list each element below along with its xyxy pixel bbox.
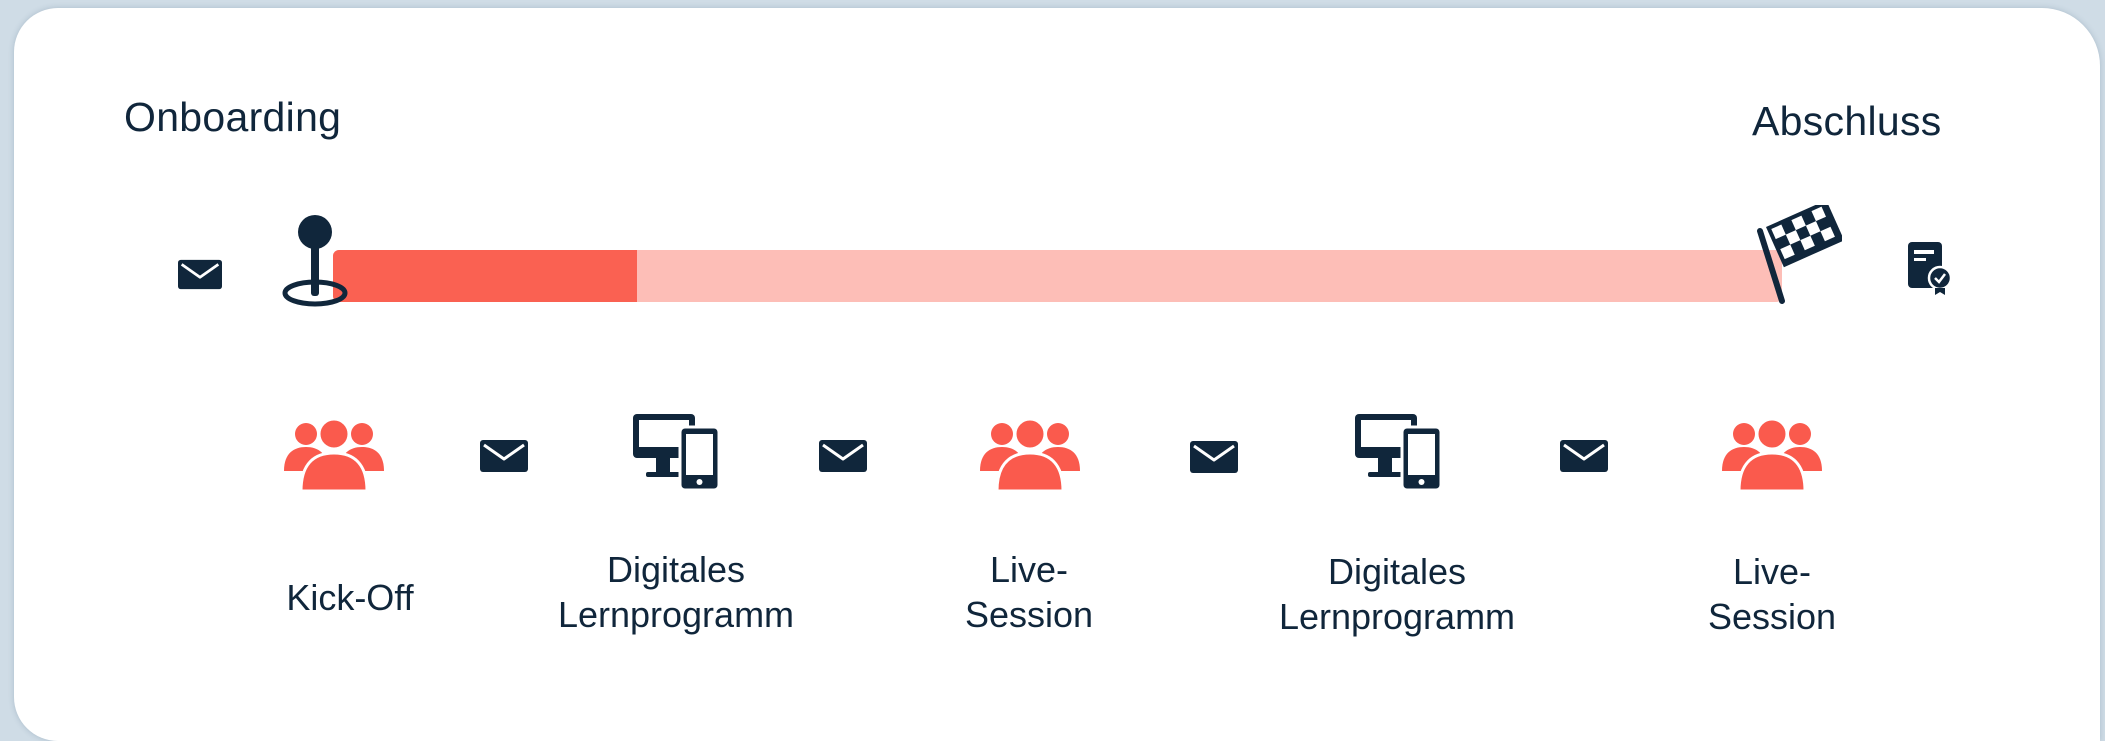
group-icon <box>1722 419 1822 491</box>
group-icon <box>284 419 384 491</box>
step-label-live-session-2: Live- Session <box>1707 551 1837 637</box>
certificate-icon <box>1906 240 1952 296</box>
step-label-digitales-lernprogramm-2: Digitales Lernprogramm <box>1278 551 1516 637</box>
devices-icon <box>631 412 721 492</box>
progress-track <box>333 250 1782 302</box>
mail-icon <box>480 440 528 472</box>
abschluss-heading: Abschluss <box>1752 98 1942 144</box>
group-icon <box>980 419 1080 491</box>
devices-icon <box>1353 412 1443 492</box>
mail-icon <box>1560 440 1608 472</box>
checkered-flag-icon <box>1752 205 1842 305</box>
step-label-live-session: Live- Session <box>964 549 1094 635</box>
step-label-kick-off: Kick-Off <box>286 577 414 618</box>
mail-icon <box>178 258 222 291</box>
onboarding-heading: Onboarding <box>124 94 342 140</box>
step-label-digitales-lernprogramm: Digitales Lernprogramm <box>557 549 795 635</box>
mail-icon <box>1190 441 1238 473</box>
progress-fill <box>333 250 638 302</box>
mail-icon <box>819 440 867 472</box>
location-pin-icon <box>280 214 352 310</box>
